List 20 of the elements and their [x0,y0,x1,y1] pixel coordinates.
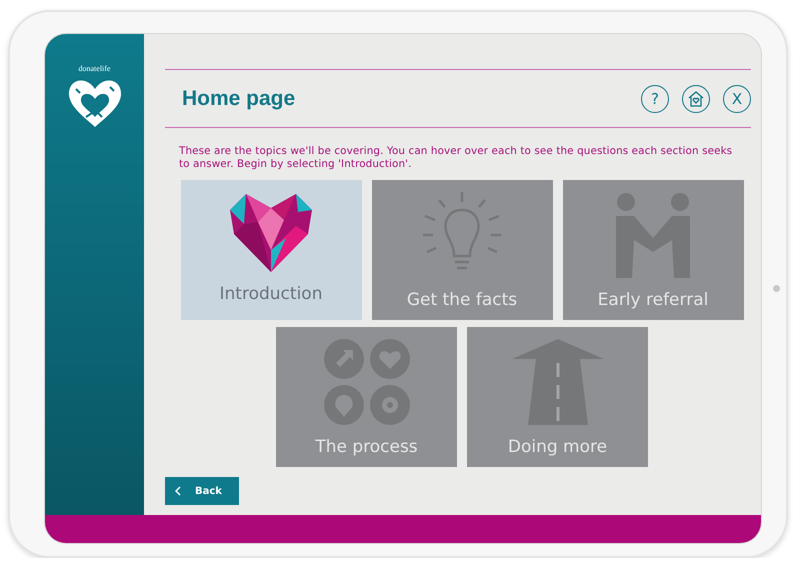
topic-tile[interactable]: Get the facts [372,180,552,320]
intro-text: These are the topics we'll be covering. You can hover over each to see the questions each section seeks to answer. Begin by selecting 'Introduction'. [179,145,734,171]
home-button[interactable] [682,84,710,112]
topic-label: Early referral [598,290,708,310]
page-title: Home page [182,86,296,110]
topic-tile[interactable]: Doing more [467,327,648,467]
help-button[interactable]: ? [641,84,669,112]
topic-label: Doing more [508,437,608,457]
topic-label: Introduction [220,284,322,304]
close-button[interactable]: X [723,84,751,112]
chevron-left-icon [175,486,181,496]
logo-text: donatelife [78,64,110,73]
topic-tile[interactable]: Early referral [562,180,744,320]
topic-label: The process [315,437,418,457]
home-button-dot [773,285,780,292]
home-icon [688,90,704,106]
back-button[interactable]: Back [165,477,239,505]
topic-label: Get the facts [406,290,518,310]
topic-tile[interactable]: The process [276,327,457,467]
topic-tile[interactable]: Introduction [180,180,362,320]
